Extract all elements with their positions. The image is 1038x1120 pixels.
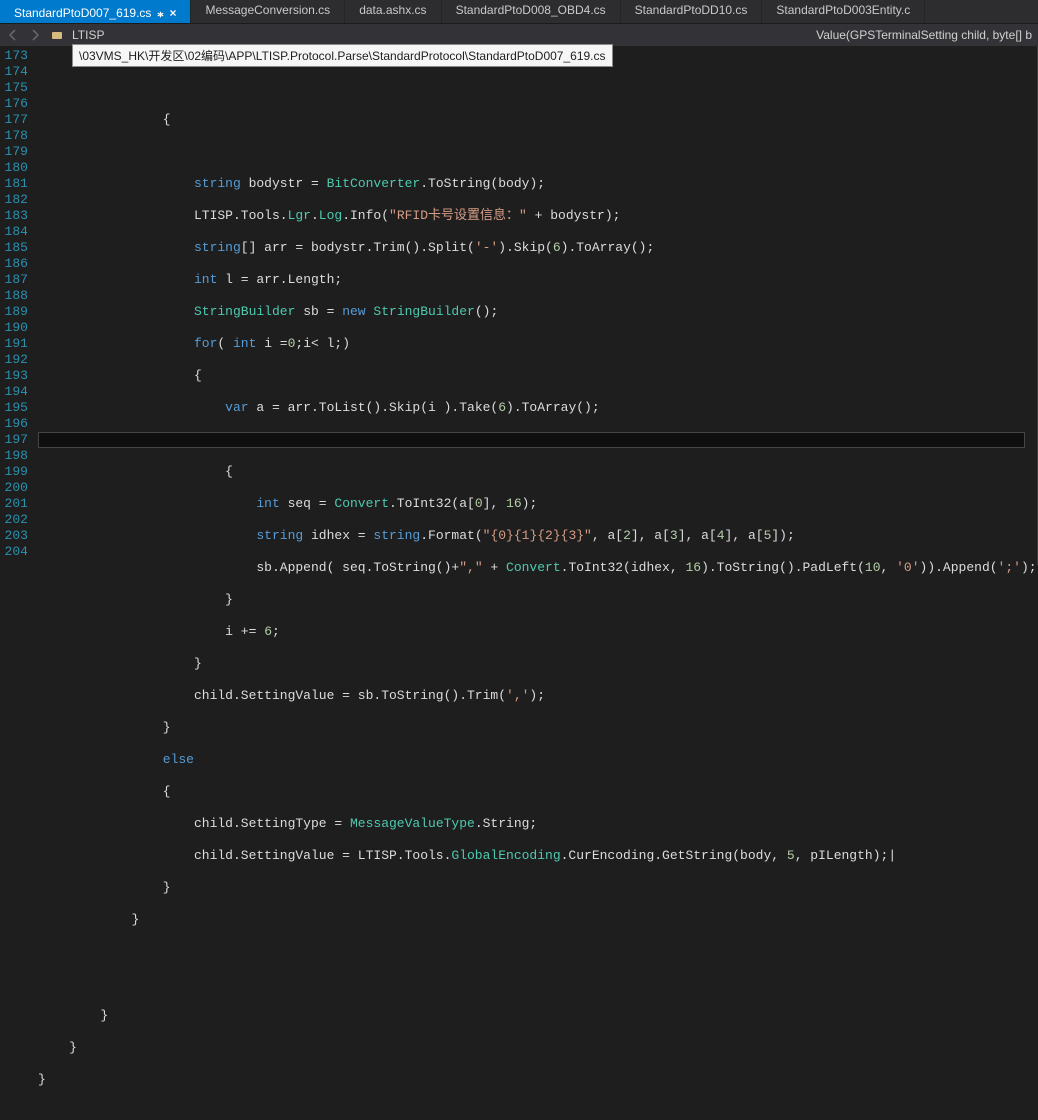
code-area[interactable]: { string bodystr = BitConverter.ToString… — [38, 46, 1037, 565]
code-line: } — [38, 1072, 1037, 1088]
tab-file[interactable]: MessageConversion.cs — [191, 0, 345, 23]
line-number: 194 — [5, 384, 28, 400]
line-number: 192 — [5, 352, 28, 368]
line-number-gutter: 1731741751761771781791801811821831841851… — [5, 46, 38, 565]
line-number: 188 — [5, 288, 28, 304]
line-number: 184 — [5, 224, 28, 240]
tab-label: StandardPtoD007_619.cs — [14, 6, 151, 20]
code-line: } — [38, 880, 1037, 896]
tab-label: StandardPtoD008_OBD4.cs — [456, 3, 606, 17]
tab-file[interactable]: data.ashx.cs — [345, 0, 441, 23]
line-number: 186 — [5, 256, 28, 272]
line-number: 185 — [5, 240, 28, 256]
code-line: } — [38, 656, 1037, 672]
code-line: { — [38, 112, 1037, 128]
tab-bar: StandardPtoD007_619.cs ⁎ × MessageConver… — [0, 0, 1038, 24]
line-number: 200 — [5, 480, 28, 496]
line-number: 175 — [5, 80, 28, 96]
line-number: 198 — [5, 448, 28, 464]
tab-file[interactable]: StandardPtoDD10.cs — [621, 0, 763, 23]
class-icon — [50, 28, 64, 42]
line-number: 204 — [5, 544, 28, 560]
navigate-back-icon[interactable] — [6, 28, 20, 42]
line-number: 177 — [5, 112, 28, 128]
code-line: string bodystr = BitConverter.ToString(b… — [38, 176, 1037, 192]
code-line — [38, 144, 1037, 160]
current-line-highlight — [38, 432, 1025, 448]
line-number: 173 — [5, 48, 28, 64]
tab-label: StandardPtoDD10.cs — [635, 3, 748, 17]
line-number: 193 — [5, 368, 28, 384]
close-icon[interactable]: × — [169, 6, 176, 20]
code-line: LTISP.Tools.Lgr.Log.Info("RFID卡号设置信息：" +… — [38, 208, 1037, 224]
line-number: 196 — [5, 416, 28, 432]
code-line: for( int i =0;i< l;) — [38, 336, 1037, 352]
line-number: 199 — [5, 464, 28, 480]
code-line: } — [38, 1040, 1037, 1056]
breadcrumb-method[interactable]: Value(GPSTerminalSetting child, byte[] b — [816, 28, 1032, 42]
code-line: int seq = Convert.ToInt32(a[0], 16); — [38, 496, 1037, 512]
code-line: i += 6; — [38, 624, 1037, 640]
line-number: 197 — [5, 432, 28, 448]
navigate-fwd-icon[interactable] — [28, 28, 42, 42]
code-line: { — [38, 464, 1037, 480]
code-line: string idhex = string.Format("{0}{1}{2}{… — [38, 528, 1037, 544]
tab-label: MessageConversion.cs — [205, 3, 330, 17]
text-caret: | — [888, 848, 896, 863]
line-number: 202 — [5, 512, 28, 528]
line-number: 174 — [5, 64, 28, 80]
code-line: } — [38, 1008, 1037, 1024]
line-number: 179 — [5, 144, 28, 160]
tab-file[interactable]: StandardPtoD003Entity.c — [762, 0, 925, 23]
code-editor: 1731741751761771781791801811821831841851… — [0, 46, 1038, 565]
code-line: child.SettingType = MessageValueType.Str… — [38, 816, 1037, 832]
code-line — [38, 976, 1037, 992]
code-line: { — [38, 784, 1037, 800]
breadcrumb-class[interactable]: LTISP — [72, 28, 104, 42]
code-line: } — [38, 592, 1037, 608]
code-line: { — [38, 368, 1037, 384]
line-number: 189 — [5, 304, 28, 320]
tab-file-active[interactable]: StandardPtoD007_619.cs ⁎ × — [0, 0, 191, 23]
code-line: var a = arr.ToList().Skip(i ).Take(6).To… — [38, 400, 1037, 416]
line-number: 182 — [5, 192, 28, 208]
code-line: int l = arr.Length; — [38, 272, 1037, 288]
code-line: StringBuilder sb = new StringBuilder(); — [38, 304, 1037, 320]
line-number: 178 — [5, 128, 28, 144]
code-line: string[] arr = bodystr.Trim().Split('-')… — [38, 240, 1037, 256]
tab-label: StandardPtoD003Entity.c — [776, 3, 910, 17]
tab-label: data.ashx.cs — [359, 3, 426, 17]
code-line: child.SettingValue = sb.ToString().Trim(… — [38, 688, 1037, 704]
line-number: 203 — [5, 528, 28, 544]
line-number: 195 — [5, 400, 28, 416]
line-number: 191 — [5, 336, 28, 352]
pin-icon[interactable]: ⁎ — [157, 6, 163, 20]
code-line: child.SettingValue = LTISP.Tools.GlobalE… — [38, 848, 1037, 864]
line-number: 201 — [5, 496, 28, 512]
line-number: 183 — [5, 208, 28, 224]
line-number: 187 — [5, 272, 28, 288]
code-line: } — [38, 912, 1037, 928]
code-line — [38, 80, 1037, 96]
code-line: } — [38, 720, 1037, 736]
code-line — [38, 944, 1037, 960]
line-number: 180 — [5, 160, 28, 176]
tab-file[interactable]: StandardPtoD008_OBD4.cs — [442, 0, 621, 23]
line-number: 190 — [5, 320, 28, 336]
code-line: else — [38, 752, 1037, 768]
line-number: 176 — [5, 96, 28, 112]
path-tooltip: \03VMS_HK\开发区\02编码\APP\LTISP.Protocol.Pa… — [72, 44, 613, 67]
breadcrumb-bar: LTISP Value(GPSTerminalSetting child, by… — [0, 24, 1038, 46]
code-line: sb.Append( seq.ToString()+"," + Convert.… — [38, 560, 1037, 576]
line-number: 181 — [5, 176, 28, 192]
